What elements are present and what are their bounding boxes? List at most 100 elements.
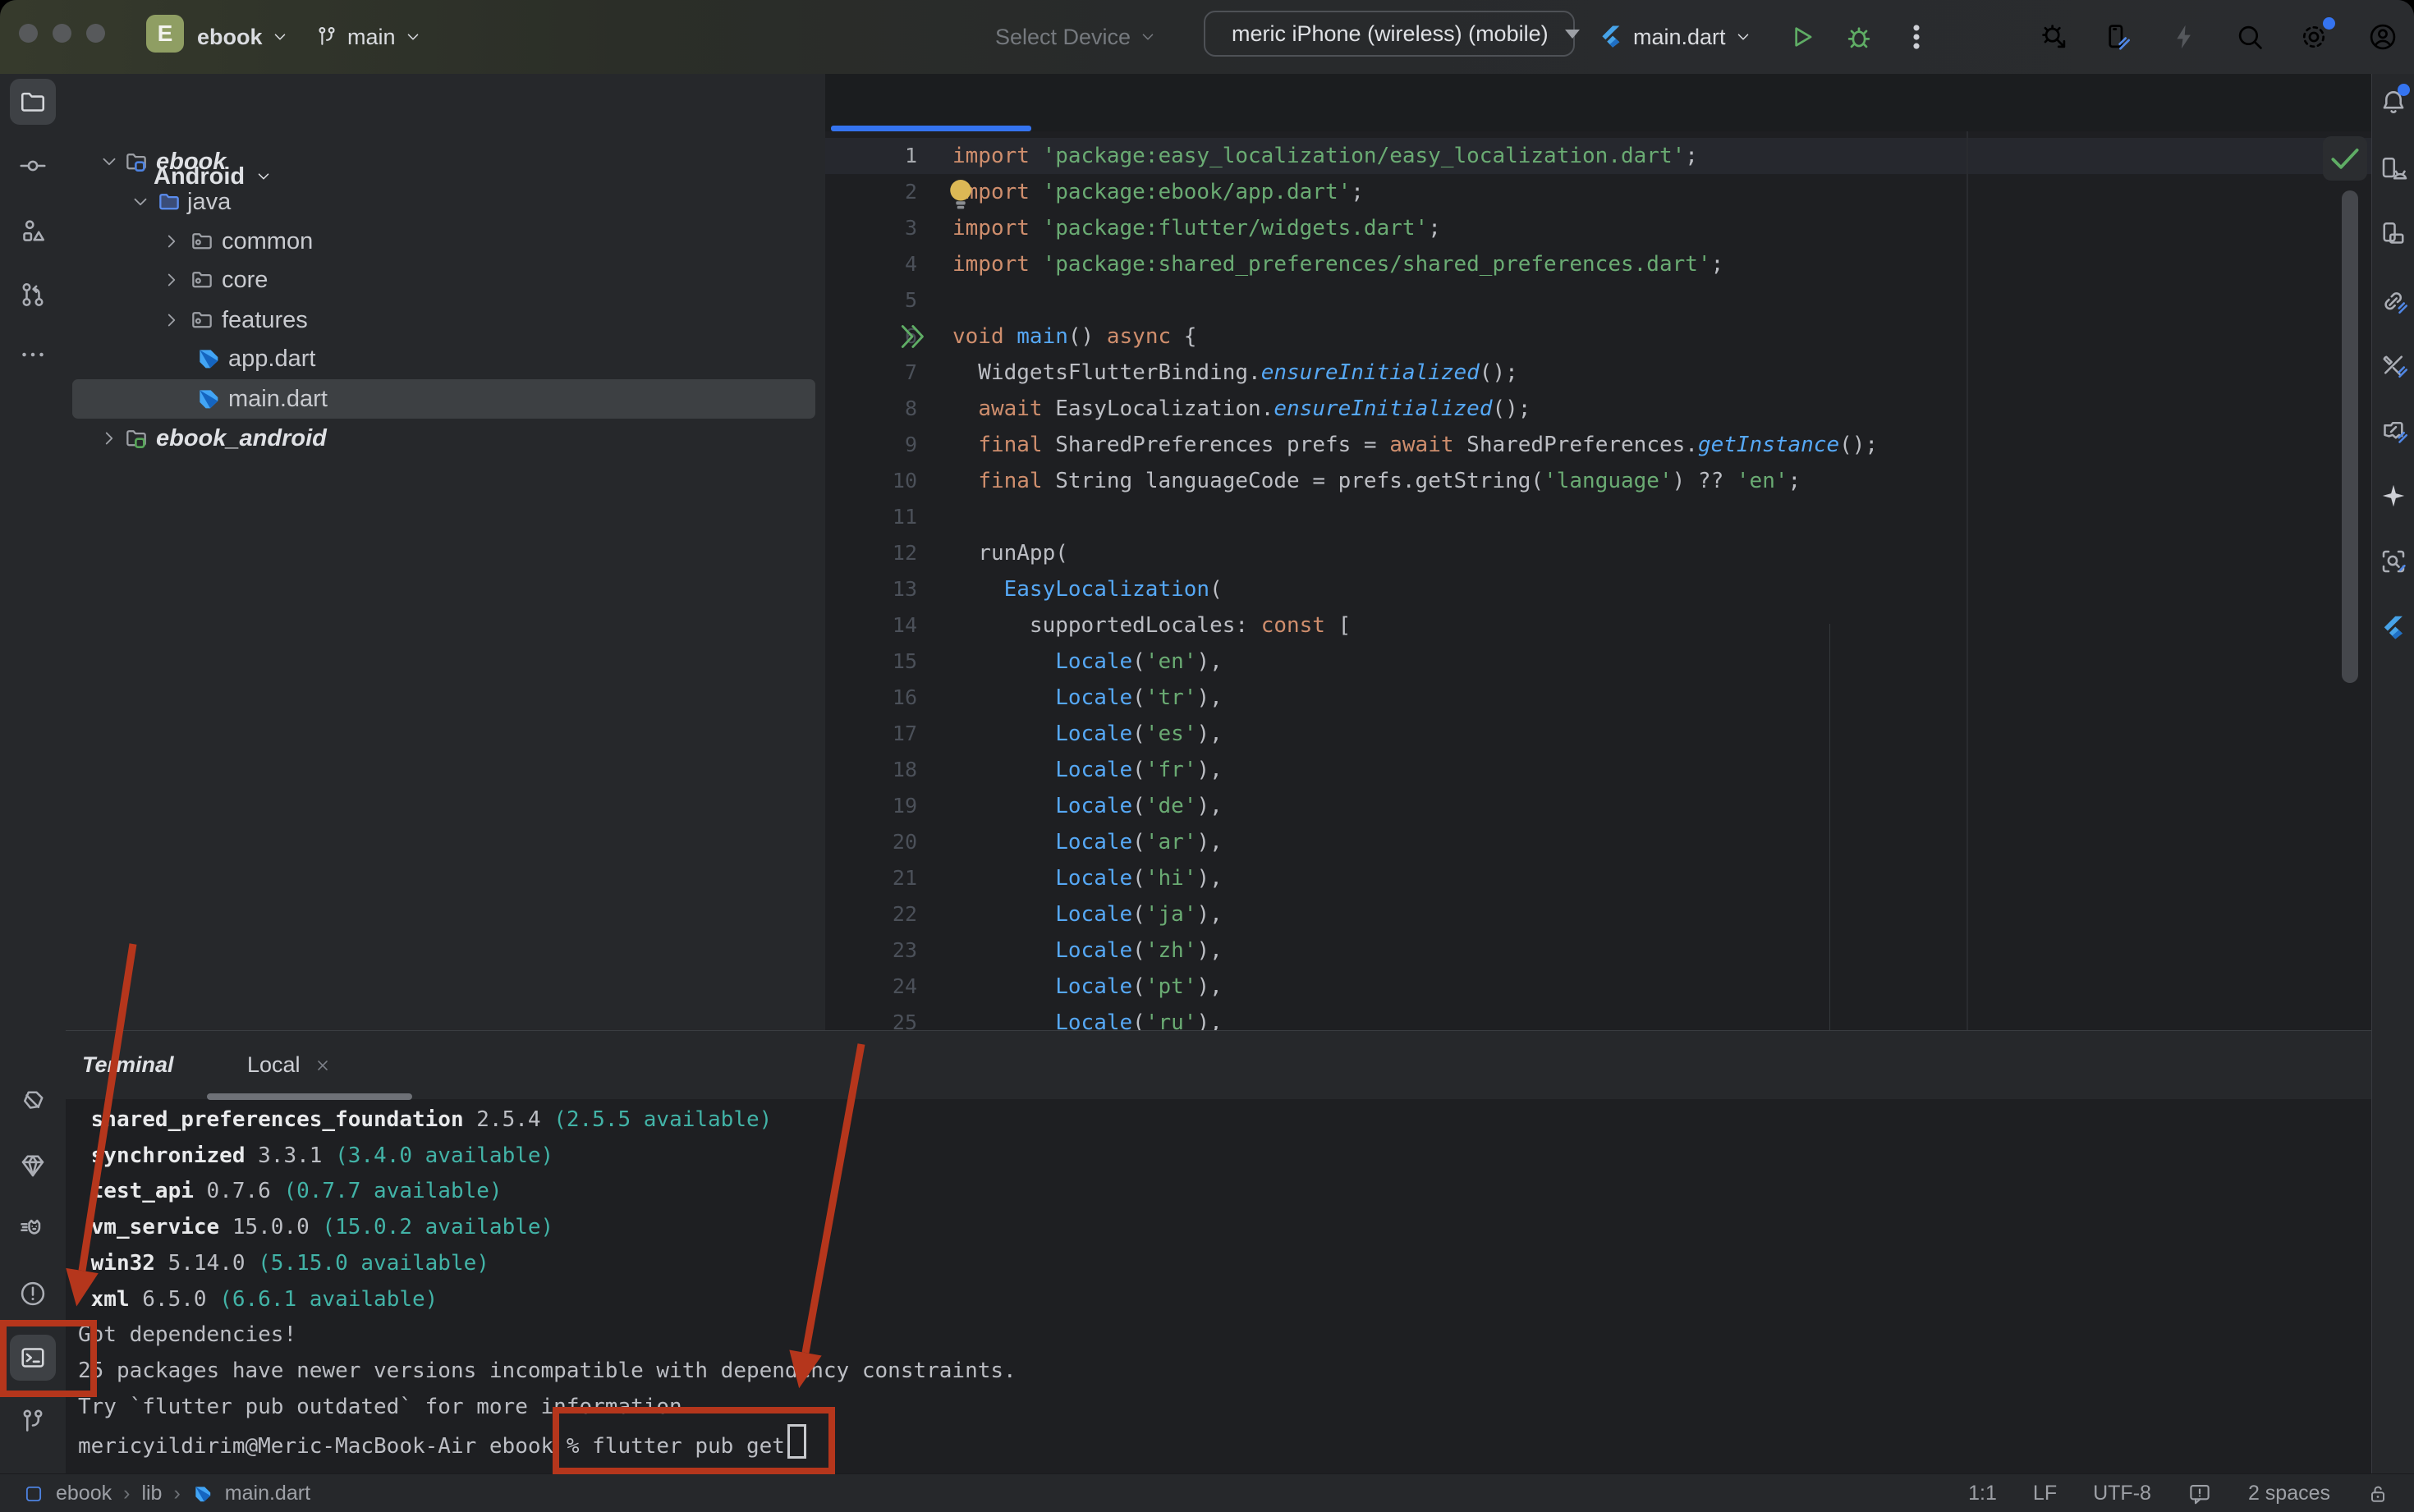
tree-item-core[interactable]: core (72, 260, 815, 300)
branch-selector[interactable]: main (314, 0, 422, 74)
project-folder-tool-button[interactable] (10, 79, 56, 125)
terminal-line: mericyildirim@Meric-MacBook-Air ebook % … (78, 1424, 806, 1464)
caret-position[interactable]: 1:1 (1968, 1482, 1997, 1505)
chevron-right-icon[interactable] (161, 309, 182, 331)
tree-item-ebook-android[interactable]: ebook_android (72, 419, 815, 458)
chevron-down-icon[interactable] (130, 191, 151, 213)
code-line-19: Locale('de'), (952, 788, 1223, 824)
breadcrumb-item[interactable]: ebook (56, 1482, 112, 1505)
flutter-performance-diamond-tool-button[interactable] (10, 1143, 56, 1189)
commit-tool-button[interactable] (10, 143, 56, 189)
debug-button[interactable] (1841, 19, 1877, 55)
run-main-gutter-icon[interactable] (896, 320, 929, 353)
editor-scrollbar[interactable] (2342, 190, 2358, 683)
run-button[interactable] (1783, 19, 1820, 55)
project-folder-blue (123, 149, 149, 175)
breadcrumb: ebook›lib›main.dart (23, 1482, 310, 1505)
version-control-branch-tool-button[interactable] (10, 1399, 56, 1445)
device-selector-dropdown[interactable]: meric iPhone (wireless) (mobile) (1204, 11, 1575, 57)
terminal-tab-local[interactable]: Local (234, 1031, 345, 1099)
code-line-24: Locale('pt'), (952, 969, 1223, 1005)
tree-item-common[interactable]: common (72, 222, 815, 261)
code-line-10: final String languageCode = prefs.getStr… (952, 463, 1801, 499)
device-mirror-tool-button[interactable] (2375, 216, 2412, 252)
close-icon[interactable] (314, 1056, 332, 1074)
notifications-bell-tool-button[interactable] (2375, 84, 2412, 120)
breadcrumb-item[interactable]: lib (141, 1482, 162, 1505)
chevron-right-icon[interactable] (99, 428, 120, 449)
terminal-tool-button[interactable] (10, 1335, 56, 1381)
flutter-device-icon (2103, 21, 2134, 53)
breadcrumb-item[interactable]: main.dart (225, 1482, 310, 1505)
flutter-devtools-link-tool-button[interactable] (2375, 284, 2412, 320)
profiler-lightning-button[interactable] (2166, 19, 2202, 55)
window-zoom-button[interactable] (86, 24, 105, 43)
problems-icon (18, 1279, 48, 1308)
running-devices-tool-button[interactable] (2375, 151, 2412, 187)
tree-item-main-dart[interactable]: main.dart (72, 379, 815, 419)
chevron-down-icon[interactable] (99, 151, 120, 172)
tree-item-label: core (222, 267, 268, 294)
ai-assistant-star-tool-button[interactable] (2375, 478, 2412, 514)
chevron-right-icon[interactable] (161, 231, 182, 252)
code-line-9: final SharedPreferences prefs = await Sh… (952, 427, 1878, 463)
unlock-icon[interactable] (2366, 1482, 2389, 1505)
window-close-button[interactable] (19, 24, 38, 43)
line-number: 7 (825, 355, 917, 391)
line-number: 8 (825, 391, 917, 427)
user-avatar-button[interactable] (2365, 19, 2401, 55)
tree-item-ebook[interactable]: ebook (72, 142, 815, 181)
flutter-tools-tool-button[interactable] (2375, 348, 2412, 384)
line-ending[interactable]: LF (2033, 1482, 2057, 1505)
more-horizontal-tool-button[interactable] (10, 332, 56, 378)
inspections-ok-check-icon[interactable] (2323, 136, 2367, 181)
terminal-icon (18, 1343, 48, 1372)
pull-requests-tool-button[interactable] (10, 272, 56, 318)
flutter-logo-tool-button[interactable] (2375, 610, 2412, 646)
intention-bulb-icon[interactable] (947, 177, 975, 210)
editor-tab-bar: main.dart (825, 74, 2371, 131)
tree-item-features[interactable]: features (72, 300, 815, 340)
code-line-16: Locale('tr'), (952, 680, 1223, 716)
search-everywhere-button[interactable] (2232, 19, 2268, 55)
terminal-panel-title[interactable]: Terminal (82, 1031, 174, 1099)
indent-setting[interactable]: 2 spaces (2248, 1482, 2330, 1505)
chevron-down-icon (271, 28, 289, 46)
dash-cat-tool-button[interactable] (10, 1207, 56, 1253)
problems-tool-button[interactable] (10, 1271, 56, 1317)
chevron-right-icon[interactable] (161, 269, 182, 291)
run-configuration-selector[interactable]: main.dart (1597, 0, 1752, 74)
flutter-attach-debugger-button[interactable] (2036, 19, 2072, 55)
code-editor[interactable]: 1234567891011121314151617181920212223242… (825, 131, 2371, 1030)
active-tab-indicator (831, 126, 1031, 131)
code-line-6: void main() async { (952, 318, 1196, 355)
window-minimize-button[interactable] (53, 24, 71, 43)
notifications-bubble-icon[interactable] (2187, 1482, 2212, 1506)
commit-icon (18, 151, 48, 181)
tree-item-label: common (222, 228, 313, 255)
flutter-device-button[interactable] (2100, 19, 2136, 55)
line-number: 2 (825, 174, 917, 210)
terminal-line: xml 6.5.0 (6.6.1 available) (78, 1281, 438, 1317)
terminal-line: win32 5.14.0 (5.15.0 available) (78, 1245, 489, 1281)
flutter-inspector-tool-button[interactable] (2375, 413, 2412, 449)
flutter-outline-search-tool-button[interactable] (2375, 543, 2412, 580)
file-encoding[interactable]: UTF-8 (2093, 1482, 2151, 1505)
breadcrumb-separator: › (123, 1482, 130, 1505)
flutter-logo-icon (1597, 23, 1625, 51)
ai-assistant-star-icon (2379, 481, 2408, 511)
dart-analysis-tool-button[interactable] (10, 1079, 56, 1125)
select-device-dropdown[interactable]: Select Device (995, 0, 1157, 74)
notification-dot (2398, 84, 2410, 96)
android-studio-window: E ebook main Select Device meric iPhone … (0, 0, 2414, 1512)
settings-gear-button[interactable] (2296, 19, 2332, 55)
folder-module (189, 267, 215, 293)
more-vertical-button[interactable] (1898, 19, 1934, 55)
terminal-cursor (787, 1424, 806, 1459)
chevron-down-icon (1139, 28, 1157, 46)
tree-item-java[interactable]: java (72, 182, 815, 222)
tree-item-app-dart[interactable]: app.dart (72, 339, 815, 378)
project-selector[interactable]: ebook (197, 0, 289, 74)
structure-tool-button[interactable] (10, 208, 56, 254)
terminal-line: Got dependencies! (78, 1317, 296, 1353)
